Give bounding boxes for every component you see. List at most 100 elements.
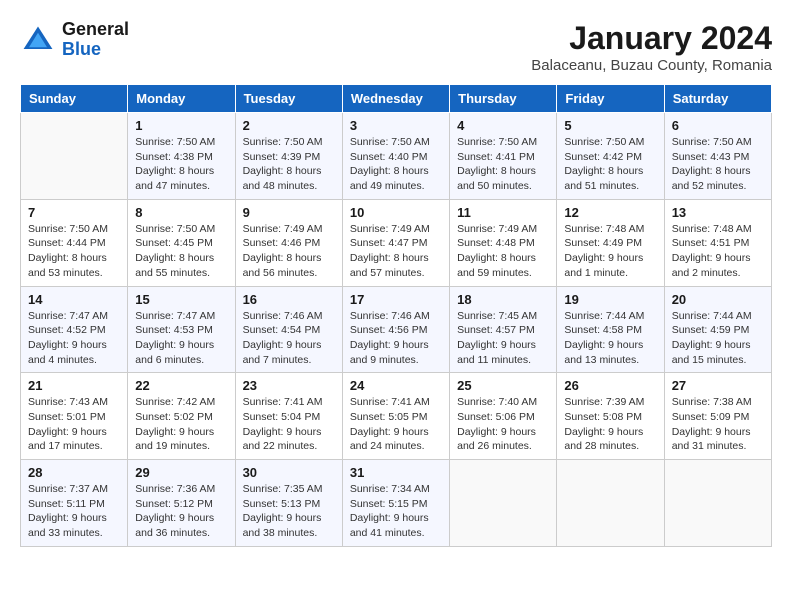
day-number: 12 <box>564 205 656 220</box>
calendar-cell: 17 Sunrise: 7:46 AMSunset: 4:56 PMDayligh… <box>342 286 449 373</box>
calendar-cell: 3Sunrise: 7:50 AMSunset: 4:40 PMDaylight… <box>342 113 449 200</box>
calendar-cell: 7Sunrise: 7:50 AMSunset: 4:44 PMDaylight… <box>21 199 128 286</box>
day-number: 2 <box>243 118 335 133</box>
day-info: Sunrise: 7:36 AMSunset: 5:12 PMDaylight:… <box>135 482 227 541</box>
day-info: Sunrise: 7:49 AMSunset: 4:47 PMDaylight:… <box>350 222 442 281</box>
day-number: 26 <box>564 378 656 393</box>
day-number: 28 <box>28 465 120 480</box>
day-number: 24 <box>350 378 442 393</box>
day-info: Sunrise: 7:48 AMSunset: 4:49 PMDaylight:… <box>564 222 656 281</box>
calendar-week-row: 21 Sunrise: 7:43 AMSunset: 5:01 PMDayligh… <box>21 373 772 460</box>
day-info: Sunrise: 7:45 AMSunset: 4:57 PMDaylight:… <box>457 309 549 368</box>
day-info: Sunrise: 7:48 AMSunset: 4:51 PMDaylight:… <box>672 222 764 281</box>
day-number: 13 <box>672 205 764 220</box>
calendar-cell: 21 Sunrise: 7:43 AMSunset: 5:01 PMDayligh… <box>21 373 128 460</box>
calendar-cell: 28 Sunrise: 7:37 AMSunset: 5:11 PMDayligh… <box>21 460 128 547</box>
day-number: 22 <box>135 378 227 393</box>
day-info: Sunrise: 7:34 AMSunset: 5:15 PMDaylight:… <box>350 482 442 541</box>
day-number: 23 <box>243 378 335 393</box>
day-info: Sunrise: 7:50 AMSunset: 4:45 PMDaylight:… <box>135 222 227 281</box>
weekday-header: Sunday <box>21 85 128 113</box>
day-number: 29 <box>135 465 227 480</box>
calendar-cell: 23 Sunrise: 7:41 AMSunset: 5:04 PMDayligh… <box>235 373 342 460</box>
day-info: Sunrise: 7:38 AMSunset: 5:09 PMDaylight:… <box>672 395 764 454</box>
calendar-cell: 26 Sunrise: 7:39 AMSunset: 5:08 PMDayligh… <box>557 373 664 460</box>
calendar-cell: 30Sunrise: 7:35 AMSunset: 5:13 PMDayligh… <box>235 460 342 547</box>
logo-text: General Blue <box>62 20 129 60</box>
calendar-cell <box>664 460 771 547</box>
month-title: January 2024 <box>531 20 772 57</box>
calendar-cell: 4 Sunrise: 7:50 AMSunset: 4:41 PMDaylight… <box>450 113 557 200</box>
logo-line1: General <box>62 20 129 40</box>
day-info: Sunrise: 7:37 AMSunset: 5:11 PMDaylight:… <box>28 482 120 541</box>
day-info: Sunrise: 7:46 AMSunset: 4:56 PMDaylight:… <box>350 309 442 368</box>
day-number: 15 <box>135 292 227 307</box>
calendar-cell: 16Sunrise: 7:46 AMSunset: 4:54 PMDayligh… <box>235 286 342 373</box>
calendar-table: SundayMondayTuesdayWednesdayThursdayFrid… <box>20 84 772 547</box>
day-info: Sunrise: 7:49 AMSunset: 4:48 PMDaylight:… <box>457 222 549 281</box>
day-number: 20 <box>672 292 764 307</box>
calendar-cell <box>450 460 557 547</box>
day-number: 21 <box>28 378 120 393</box>
day-info: Sunrise: 7:47 AMSunset: 4:52 PMDaylight:… <box>28 309 120 368</box>
day-info: Sunrise: 7:43 AMSunset: 5:01 PMDaylight:… <box>28 395 120 454</box>
logo-icon <box>20 22 56 58</box>
day-number: 10 <box>350 205 442 220</box>
day-number: 11 <box>457 205 549 220</box>
calendar-cell: 27Sunrise: 7:38 AMSunset: 5:09 PMDayligh… <box>664 373 771 460</box>
day-number: 17 <box>350 292 442 307</box>
weekday-header: Saturday <box>664 85 771 113</box>
day-info: Sunrise: 7:50 AMSunset: 4:39 PMDaylight:… <box>243 135 335 194</box>
day-number: 9 <box>243 205 335 220</box>
day-info: Sunrise: 7:49 AMSunset: 4:46 PMDaylight:… <box>243 222 335 281</box>
day-number: 16 <box>243 292 335 307</box>
day-info: Sunrise: 7:50 AMSunset: 4:38 PMDaylight:… <box>135 135 227 194</box>
calendar-cell: 2 Sunrise: 7:50 AMSunset: 4:39 PMDaylight… <box>235 113 342 200</box>
weekday-header-row: SundayMondayTuesdayWednesdayThursdayFrid… <box>21 85 772 113</box>
logo-line2: Blue <box>62 40 129 60</box>
day-info: Sunrise: 7:40 AMSunset: 5:06 PMDaylight:… <box>457 395 549 454</box>
day-info: Sunrise: 7:50 AMSunset: 4:42 PMDaylight:… <box>564 135 656 194</box>
day-number: 18 <box>457 292 549 307</box>
calendar-week-row: 28 Sunrise: 7:37 AMSunset: 5:11 PMDayligh… <box>21 460 772 547</box>
day-number: 19 <box>564 292 656 307</box>
day-info: Sunrise: 7:47 AMSunset: 4:53 PMDaylight:… <box>135 309 227 368</box>
day-number: 4 <box>457 118 549 133</box>
day-number: 8 <box>135 205 227 220</box>
day-info: Sunrise: 7:50 AMSunset: 4:41 PMDaylight:… <box>457 135 549 194</box>
calendar-cell: 24 Sunrise: 7:41 AMSunset: 5:05 PMDayligh… <box>342 373 449 460</box>
calendar-cell: 20 Sunrise: 7:44 AMSunset: 4:59 PMDayligh… <box>664 286 771 373</box>
calendar-cell: 18 Sunrise: 7:45 AMSunset: 4:57 PMDayligh… <box>450 286 557 373</box>
calendar-week-row: 1Sunrise: 7:50 AMSunset: 4:38 PMDaylight… <box>21 113 772 200</box>
calendar-cell: 10 Sunrise: 7:49 AMSunset: 4:47 PMDayligh… <box>342 199 449 286</box>
weekday-header: Thursday <box>450 85 557 113</box>
weekday-header: Wednesday <box>342 85 449 113</box>
calendar-week-row: 7Sunrise: 7:50 AMSunset: 4:44 PMDaylight… <box>21 199 772 286</box>
calendar-cell: 6 Sunrise: 7:50 AMSunset: 4:43 PMDaylight… <box>664 113 771 200</box>
calendar-cell: 9 Sunrise: 7:49 AMSunset: 4:46 PMDaylight… <box>235 199 342 286</box>
day-info: Sunrise: 7:41 AMSunset: 5:04 PMDaylight:… <box>243 395 335 454</box>
calendar-cell: 1Sunrise: 7:50 AMSunset: 4:38 PMDaylight… <box>128 113 235 200</box>
weekday-header: Tuesday <box>235 85 342 113</box>
day-info: Sunrise: 7:44 AMSunset: 4:58 PMDaylight:… <box>564 309 656 368</box>
day-info: Sunrise: 7:39 AMSunset: 5:08 PMDaylight:… <box>564 395 656 454</box>
logo: General Blue <box>20 20 129 60</box>
calendar-cell: 5Sunrise: 7:50 AMSunset: 4:42 PMDaylight… <box>557 113 664 200</box>
calendar-cell: 31Sunrise: 7:34 AMSunset: 5:15 PMDayligh… <box>342 460 449 547</box>
calendar-cell: 22 Sunrise: 7:42 AMSunset: 5:02 PMDayligh… <box>128 373 235 460</box>
day-number: 6 <box>672 118 764 133</box>
calendar-cell <box>557 460 664 547</box>
weekday-header: Monday <box>128 85 235 113</box>
calendar-cell: 25Sunrise: 7:40 AMSunset: 5:06 PMDayligh… <box>450 373 557 460</box>
day-info: Sunrise: 7:50 AMSunset: 4:44 PMDaylight:… <box>28 222 120 281</box>
calendar-cell <box>21 113 128 200</box>
day-info: Sunrise: 7:41 AMSunset: 5:05 PMDaylight:… <box>350 395 442 454</box>
calendar-cell: 19 Sunrise: 7:44 AMSunset: 4:58 PMDayligh… <box>557 286 664 373</box>
weekday-header: Friday <box>557 85 664 113</box>
calendar-cell: 15 Sunrise: 7:47 AMSunset: 4:53 PMDayligh… <box>128 286 235 373</box>
day-info: Sunrise: 7:42 AMSunset: 5:02 PMDaylight:… <box>135 395 227 454</box>
day-info: Sunrise: 7:35 AMSunset: 5:13 PMDaylight:… <box>243 482 335 541</box>
day-info: Sunrise: 7:50 AMSunset: 4:43 PMDaylight:… <box>672 135 764 194</box>
calendar-cell: 14Sunrise: 7:47 AMSunset: 4:52 PMDayligh… <box>21 286 128 373</box>
day-info: Sunrise: 7:44 AMSunset: 4:59 PMDaylight:… <box>672 309 764 368</box>
